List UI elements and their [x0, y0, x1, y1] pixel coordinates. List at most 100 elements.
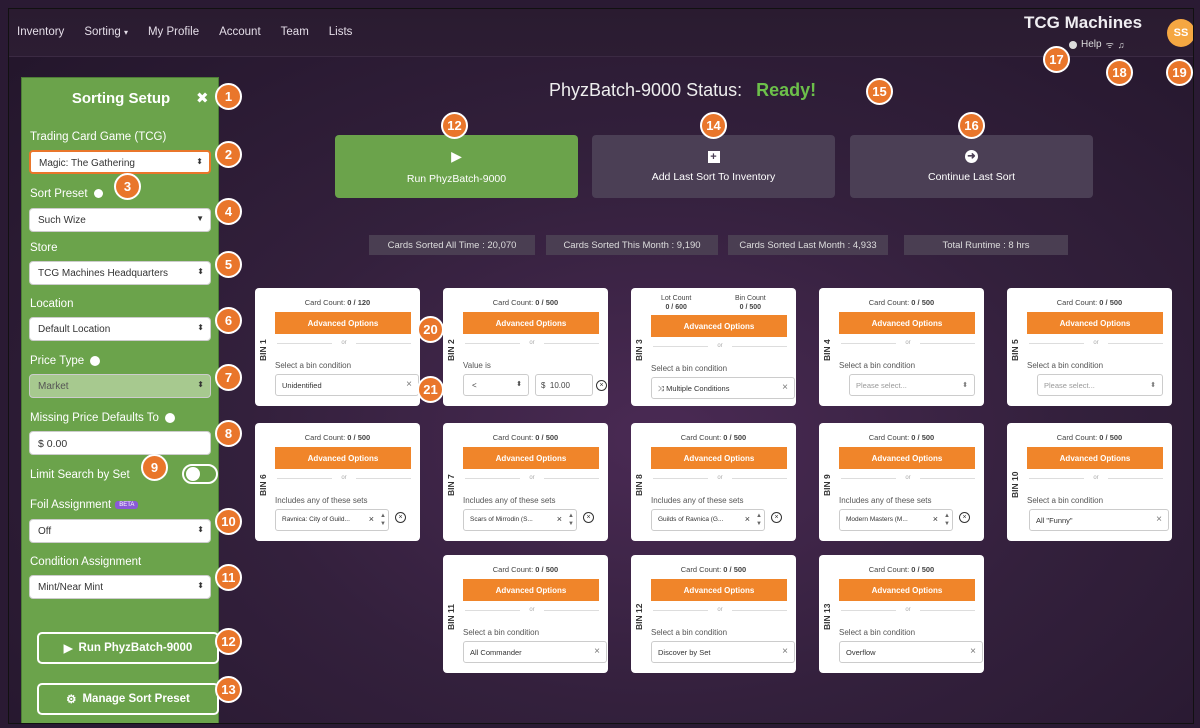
close-icon[interactable]: × [557, 514, 562, 524]
nav-lists[interactable]: Lists [329, 26, 353, 38]
close-icon[interactable]: × [1156, 514, 1162, 525]
chevron-updown-icon[interactable]: ▲ ▼ [756, 512, 762, 528]
card-count: Card Count: 0 / 500 [1007, 433, 1172, 442]
close-icon[interactable]: × [933, 514, 938, 524]
bin-condition-select[interactable]: Unidentified × [275, 374, 419, 396]
advanced-options-button[interactable]: Advanced Options [651, 315, 787, 337]
missing-price-input[interactable]: $ 0.00 [29, 431, 211, 455]
remove-circle-icon[interactable]: × [583, 512, 594, 523]
limit-search-toggle[interactable] [182, 464, 218, 484]
add-last-sort-button[interactable]: + Add Last Sort To Inventory [592, 135, 835, 198]
close-icon[interactable]: × [406, 379, 412, 390]
missing-price-label-text: Missing Price Defaults To [30, 412, 159, 424]
bell-icon[interactable]: ♫ [1118, 40, 1125, 50]
add-circle-icon[interactable] [93, 189, 103, 199]
sidebar-title: Sorting Setup [71, 90, 171, 107]
price-type-label: Price Type [30, 355, 101, 367]
set-tag-select[interactable]: Modern Masters (M... × ▲ ▼ [839, 509, 953, 531]
missing-price-label: Missing Price Defaults To [30, 412, 176, 424]
close-icon[interactable]: × [970, 646, 976, 657]
advanced-options-button[interactable]: Advanced Options [839, 447, 975, 469]
advanced-options-button[interactable]: Advanced Options [275, 447, 411, 469]
advanced-options-button[interactable]: Advanced Options [463, 312, 599, 334]
nav-inventory[interactable]: Inventory [17, 26, 64, 38]
bin-condition-select[interactable]: All Commander × [463, 641, 607, 663]
callout-badge: 19 [1166, 59, 1193, 86]
remove-circle-icon[interactable]: × [596, 380, 607, 391]
set-tag-select[interactable]: Ravnica: City of Guild... × ▲ ▼ [275, 509, 389, 531]
remove-circle-icon[interactable]: × [395, 512, 406, 523]
bin-card: Card Count: 0 / 500 Advanced Options BIN… [255, 423, 420, 541]
operator-select[interactable]: < ⬍ [463, 374, 529, 396]
nav-my-profile[interactable]: My Profile [148, 26, 199, 38]
manage-preset-button[interactable]: ⚙ Manage Sort Preset [37, 683, 219, 715]
remove-circle-icon[interactable]: × [959, 512, 970, 523]
bin-condition-select[interactable]: Overflow × [839, 641, 983, 663]
advanced-options-button[interactable]: Advanced Options [275, 312, 411, 334]
chevron-updown-icon[interactable]: ▲ ▼ [380, 512, 386, 528]
advanced-options-button[interactable]: Advanced Options [1027, 312, 1163, 334]
bin-condition-select[interactable]: Please select... ⬍ [849, 374, 975, 396]
location-select[interactable]: Default Location ⬍ [29, 317, 211, 341]
bin-condition-select[interactable]: ⤨ Multiple Conditions × [651, 377, 795, 399]
advanced-options-button[interactable]: Advanced Options [839, 579, 975, 601]
advanced-options-button[interactable]: Advanced Options [463, 447, 599, 469]
sort-preset-select[interactable]: Such Wize ▼ [29, 208, 211, 232]
chevron-updown-icon[interactable]: ▲ ▼ [944, 512, 950, 528]
set-tag-select[interactable]: Guilds of Ravnica (G... × ▲ ▼ [651, 509, 765, 531]
bin-label: BIN 11 [446, 604, 456, 630]
callout-badge: 6 [215, 307, 242, 334]
close-icon[interactable]: × [782, 646, 788, 657]
run-phyzbatch-button[interactable]: ▶ Run PhyzBatch-9000 [335, 135, 578, 198]
advanced-options-button[interactable]: Advanced Options [463, 579, 599, 601]
tools-icon[interactable]: ✖ [196, 89, 209, 107]
card-count-value: 0 / 120 [347, 298, 371, 307]
foil-select[interactable]: Off ⬍ [29, 519, 211, 543]
bin-condition-label: Select a bin condition [839, 361, 916, 370]
advanced-options-button[interactable]: Advanced Options [1027, 447, 1163, 469]
chevron-updown-icon: ⬍ [196, 157, 203, 166]
advanced-options-button[interactable]: Advanced Options [651, 447, 787, 469]
store-select[interactable]: TCG Machines Headquarters ⬍ [29, 261, 211, 285]
help-link[interactable]: Help [1081, 39, 1102, 50]
nav-team[interactable]: Team [281, 26, 309, 38]
set-tag-select[interactable]: Scars of Mirrodin (S... × ▲ ▼ [463, 509, 577, 531]
price-type-select[interactable]: Market ⬍ [29, 374, 211, 398]
or-divider: or [1029, 340, 1163, 346]
close-icon[interactable]: × [782, 382, 788, 393]
sidebar-run-button[interactable]: ▶ Run PhyzBatch-9000 [37, 632, 219, 664]
bin-condition-label: Value is [463, 361, 491, 370]
card-count: Card Count: 0 / 500 [631, 565, 796, 574]
advanced-options-button[interactable]: Advanced Options [839, 312, 975, 334]
avatar[interactable]: SS [1167, 19, 1193, 47]
bin-condition-select[interactable]: All "Funny" × [1029, 509, 1169, 531]
close-icon[interactable]: × [369, 514, 374, 524]
continue-last-sort-button[interactable]: ➜ Continue Last Sort [850, 135, 1093, 198]
or-divider: or [653, 343, 787, 349]
bin-label: BIN 10 [1010, 471, 1020, 499]
condition-label: Condition Assignment [30, 556, 142, 568]
callout-badge: 4 [215, 198, 242, 225]
card-count-value: 0 / 500 [1099, 433, 1123, 442]
bin-condition-select[interactable]: Please select... ⬍ [1037, 374, 1163, 396]
nav-account[interactable]: Account [219, 26, 261, 38]
condition-value: Mint/Near Mint [38, 582, 104, 593]
close-icon[interactable]: × [594, 646, 600, 657]
chevron-updown-icon[interactable]: ▲ ▼ [568, 512, 574, 528]
bin-card: Card Count: 0 / 500 Advanced Options BIN… [443, 288, 608, 406]
tcg-select[interactable]: Magic: The Gathering ⬍ [29, 150, 211, 174]
advanced-options-button[interactable]: Advanced Options [651, 579, 787, 601]
close-icon[interactable]: × [745, 514, 750, 524]
nav-sorting[interactable]: Sorting ▾ [84, 26, 128, 38]
wifi-icon[interactable]: ᯤ [1106, 38, 1114, 51]
value-input[interactable]: $ 10.00 [535, 374, 593, 396]
bin-count-label: Bin Count [735, 295, 766, 302]
remove-circle-icon[interactable]: × [771, 512, 782, 523]
bin-label: BIN 4 [822, 339, 832, 361]
bin-condition-label: Select a bin condition [275, 361, 352, 370]
or-divider: or [653, 475, 787, 481]
condition-select[interactable]: Mint/Near Mint ⬍ [29, 575, 211, 599]
bin-condition-label: Includes any of these sets [839, 496, 932, 505]
bin-condition-label: Includes any of these sets [275, 496, 368, 505]
bin-condition-select[interactable]: Discover by Set × [651, 641, 795, 663]
